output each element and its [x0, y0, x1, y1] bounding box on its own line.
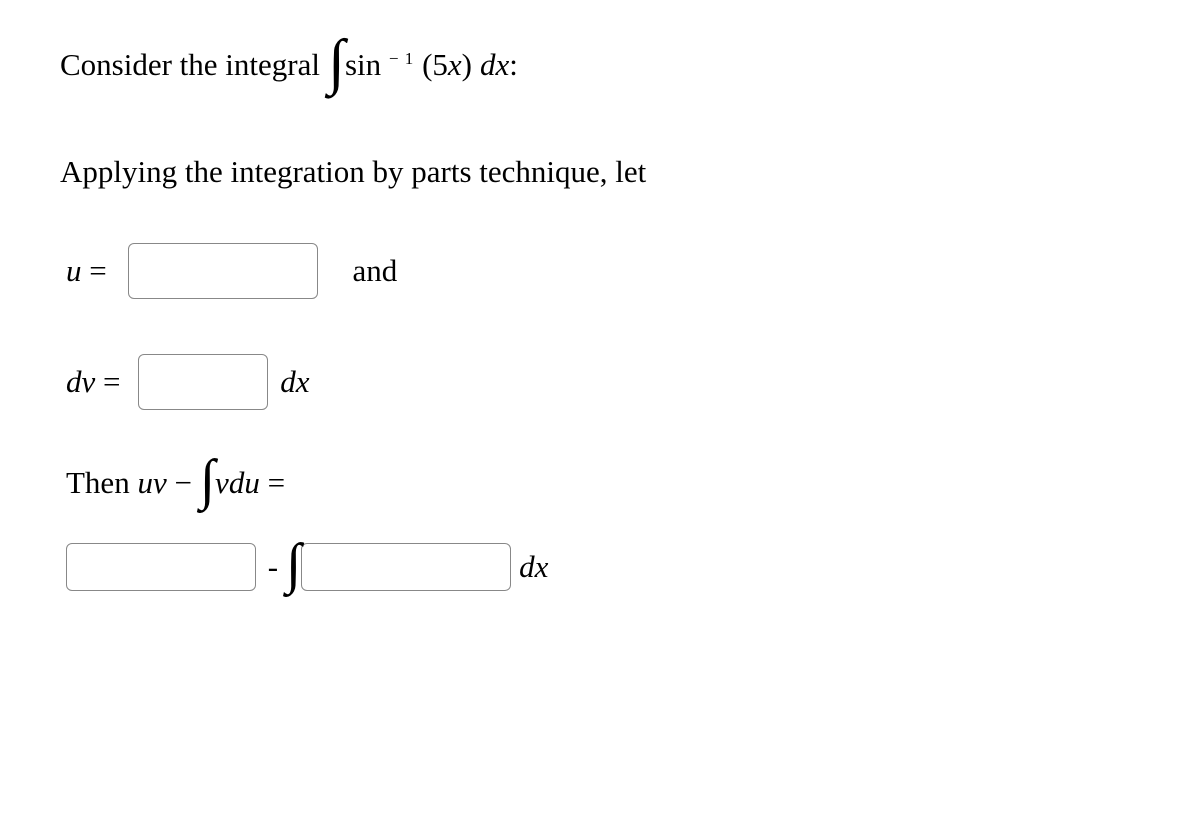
prompt-prefix: Consider the integral	[60, 43, 320, 86]
integrand-input[interactable]	[301, 543, 511, 591]
integral-expression: ∫ sin − 1 (5x) dx:	[328, 40, 518, 90]
vdu-integral: ∫ vdu	[200, 460, 260, 505]
instruction-text: Applying the integration by parts techni…	[60, 150, 646, 193]
then-equals: =	[260, 461, 285, 504]
dx-x: x	[495, 43, 509, 86]
u-equals: =	[82, 249, 115, 292]
integrand-arg-close: )	[462, 43, 472, 86]
minus-sign: −	[167, 461, 200, 504]
vdu-v: v	[215, 461, 229, 504]
uv-u: u	[137, 461, 153, 504]
u-line: u = and	[66, 243, 1140, 299]
integrand-sin: sin	[345, 43, 381, 86]
u-input[interactable]	[128, 243, 318, 299]
vdu-d: d	[229, 461, 245, 504]
dx-d: d	[480, 43, 496, 86]
integrand-var: x	[448, 47, 462, 82]
integral-icon: ∫	[328, 38, 345, 88]
dv-line: dv = dx	[66, 354, 1140, 410]
dv-d: d	[66, 360, 82, 403]
vdu-u: u	[244, 461, 260, 504]
dv-input[interactable]	[138, 354, 268, 410]
integral-icon: ∫	[286, 542, 301, 587]
u-symbol: u	[66, 249, 82, 292]
prompt-colon: :	[509, 43, 518, 86]
answer-dx-d: d	[519, 545, 535, 588]
prompt-line: Consider the integral ∫ sin − 1 (5x) dx:	[60, 40, 1140, 90]
dv-dx-d: d	[280, 360, 296, 403]
then-text: Then	[66, 461, 137, 504]
dv-dx-x: x	[296, 360, 310, 403]
problem-page: Consider the integral ∫ sin − 1 (5x) dx:…	[0, 0, 1200, 823]
then-line: Then uv − ∫ vdu =	[66, 460, 1140, 505]
dv-equals: =	[95, 360, 128, 403]
and-text: and	[352, 249, 397, 292]
dv-v: v	[82, 360, 96, 403]
instruction-line: Applying the integration by parts techni…	[60, 150, 1140, 193]
answer-dx-x: x	[535, 545, 549, 588]
uv-v: v	[153, 461, 167, 504]
answer-line: - ∫ dx	[66, 543, 1140, 591]
uv-input[interactable]	[66, 543, 256, 591]
answer-minus: -	[260, 545, 286, 588]
integrand-arg-open: (5	[422, 43, 448, 86]
integrand-exponent: − 1	[389, 49, 414, 68]
integral-icon: ∫	[200, 458, 215, 503]
